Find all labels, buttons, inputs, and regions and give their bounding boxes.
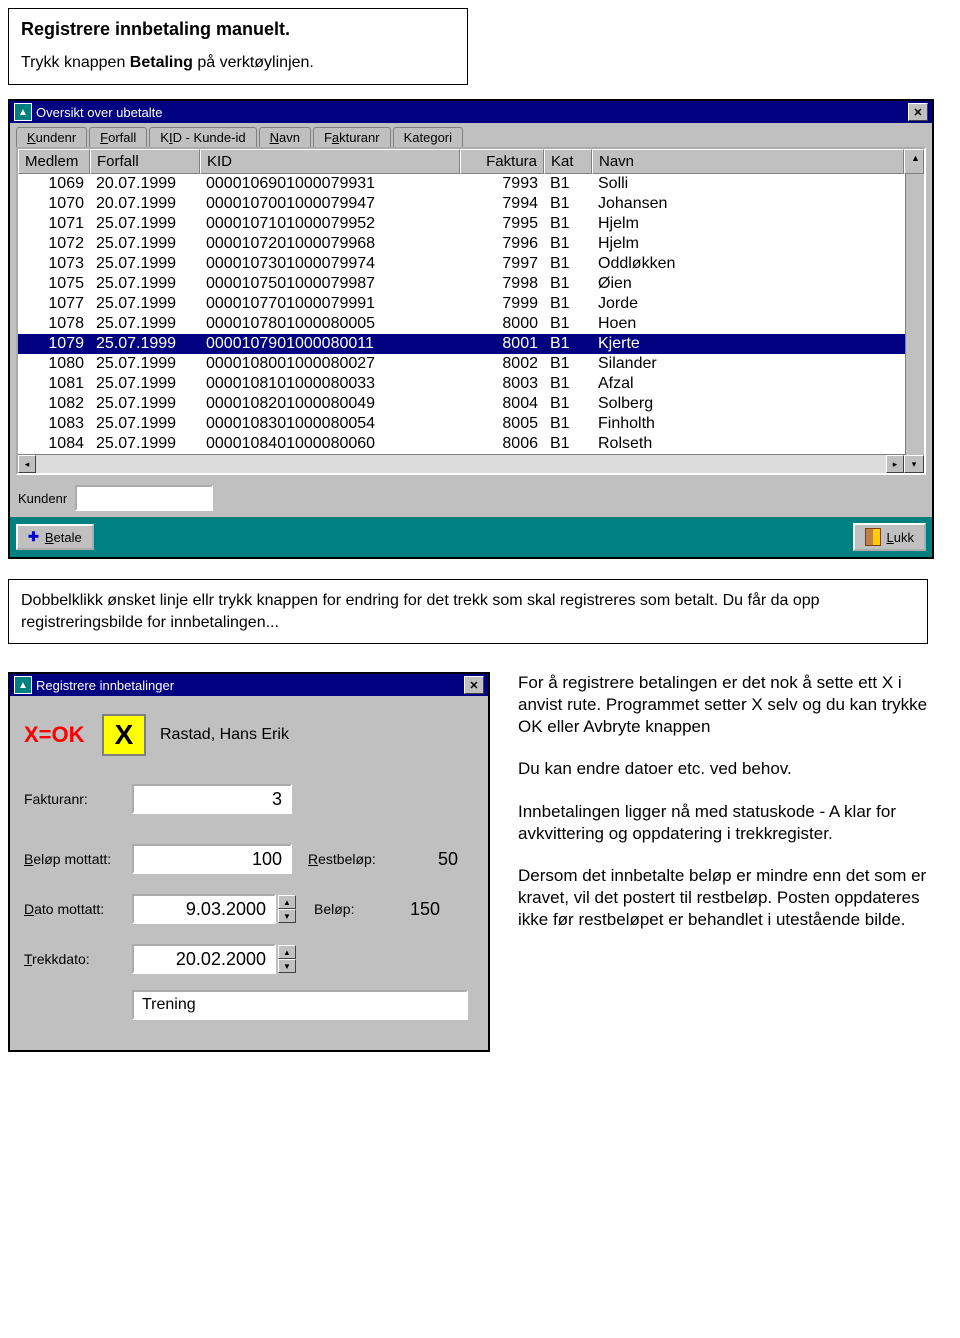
tab[interactable]: Forfall: [89, 127, 147, 147]
data-grid: Medlem Forfall KID Faktura Kat Navn ▲ 10…: [16, 147, 926, 475]
table-row[interactable]: 107725.07.199900001077010000799917999B1J…: [18, 294, 924, 314]
x-checkbox[interactable]: X: [102, 714, 146, 756]
horizontal-scrollbar[interactable]: ◂ ▸ ▾: [18, 454, 924, 473]
scroll-right-button[interactable]: ▸: [886, 455, 904, 473]
belop-label: Beløp:: [314, 901, 370, 917]
scroll-down-button[interactable]: ▾: [904, 455, 924, 473]
box1-line-bold: Betaling: [130, 54, 193, 71]
table-row[interactable]: 108425.07.199900001084010000800608006B1R…: [18, 434, 924, 454]
window2-title: Registrere innbetalinger: [36, 678, 174, 693]
instruction-box-1: Registrere innbetaling manuelt. Trykk kn…: [8, 8, 468, 85]
scroll-up-button[interactable]: ▲: [904, 149, 924, 174]
titlebar[interactable]: ▲ Oversikt over ubetalte ✕: [10, 101, 932, 123]
dropdown-value: Trening: [142, 996, 196, 1014]
belop-mottatt-input[interactable]: 100: [132, 844, 292, 874]
table-row[interactable]: 108225.07.199900001082010000800498004B1S…: [18, 394, 924, 414]
restbelop-value: 50: [398, 849, 458, 870]
trekkdato-input[interactable]: 20.02.2000: [132, 944, 276, 974]
dato-mottatt-input[interactable]: 9.03.2000: [132, 894, 276, 924]
lukk-button[interactable]: Lukk: [853, 523, 926, 551]
belop-mottatt-label: Beløp mottatt:: [24, 851, 132, 867]
plus-icon: ✚: [28, 529, 39, 545]
box1-title: Registrere innbetaling manuelt.: [21, 19, 455, 40]
scroll-left-button[interactable]: ◂: [18, 455, 36, 473]
x-ok-label: X=OK: [24, 722, 102, 748]
dato-mottatt-spinner[interactable]: ▲ ▼: [278, 895, 296, 923]
close-button[interactable]: ✕: [908, 103, 928, 121]
instruction-box-2: Dobbelklikk ønsket linje ellr trykk knap…: [8, 579, 928, 644]
tab[interactable]: Kategori: [393, 127, 463, 147]
fakturanr-input[interactable]: 3: [132, 784, 292, 814]
tab-bar: KundenrForfallKID - Kunde-idNavnFakturan…: [10, 123, 932, 147]
explanation-p3: Innbetalingen ligger nå med statuskode -…: [518, 801, 948, 845]
col-medlem[interactable]: Medlem: [18, 149, 90, 174]
trekkdato-spinner[interactable]: ▲ ▼: [278, 945, 296, 973]
window-footer: Kundenr: [10, 475, 932, 517]
lukk-label: Lukk: [887, 530, 914, 545]
explanation-p2: Du kan endre datoer etc. ved behov.: [518, 758, 948, 780]
table-row[interactable]: 108025.07.199900001080010000800278002B1S…: [18, 354, 924, 374]
box1-line-post: på verktøylinjen.: [193, 54, 314, 71]
table-row[interactable]: 107225.07.199900001072010000799687996B1H…: [18, 234, 924, 254]
table-row[interactable]: 107825.07.199900001078010000800058000B1H…: [18, 314, 924, 334]
fakturanr-label: Fakturanr:: [24, 791, 132, 807]
restbelop-label: Restbeløp:: [308, 851, 398, 867]
window-title: Oversikt over ubetalte: [36, 105, 162, 120]
tab[interactable]: Kundenr: [16, 127, 87, 147]
table-row[interactable]: 107020.07.199900001070010000799477994B1J…: [18, 194, 924, 214]
col-kid[interactable]: KID: [200, 149, 460, 174]
window-registrere-innbetalinger: ▲ Registrere innbetalinger ✕ X=OK X Rast…: [8, 672, 490, 1052]
col-navn[interactable]: Navn: [592, 149, 904, 174]
belop-value: 150: [370, 899, 440, 920]
grid-header: Medlem Forfall KID Faktura Kat Navn ▲: [18, 149, 924, 174]
door-icon: [865, 528, 881, 546]
spin-down-icon[interactable]: ▼: [278, 959, 296, 973]
spin-up-icon[interactable]: ▲: [278, 945, 296, 959]
system-menu-icon[interactable]: ▲: [14, 676, 32, 694]
table-row[interactable]: 107925.07.199900001079010000800118001B1K…: [18, 334, 924, 354]
person-name: Rastad, Hans Erik: [160, 726, 289, 744]
tab[interactable]: KID - Kunde-id: [149, 127, 256, 147]
trekkdato-label: Trekkdato:: [24, 951, 132, 967]
window-button-bar: ✚ Betale Lukk: [10, 517, 932, 557]
betale-button[interactable]: ✚ Betale: [16, 524, 94, 550]
tab[interactable]: Fakturanr: [313, 127, 391, 147]
col-faktura[interactable]: Faktura: [460, 149, 544, 174]
table-row[interactable]: 108325.07.199900001083010000800548005B1F…: [18, 414, 924, 434]
col-kat[interactable]: Kat: [544, 149, 592, 174]
table-row[interactable]: 107325.07.199900001073010000799747997B1O…: [18, 254, 924, 274]
explanation-p4: Dersom det innbetalte beløp er mindre en…: [518, 865, 948, 931]
explanation-text: For å registrere betalingen er det nok å…: [518, 672, 948, 951]
vertical-scrollbar[interactable]: [905, 174, 924, 455]
box1-line-pre: Trykk knappen: [21, 54, 130, 71]
table-row[interactable]: 107525.07.199900001075010000799877998B1Ø…: [18, 274, 924, 294]
col-forfall[interactable]: Forfall: [90, 149, 200, 174]
dato-mottatt-label: Dato mottatt:: [24, 901, 132, 917]
window-oversikt-ubetalte: ▲ Oversikt over ubetalte ✕ KundenrForfal…: [8, 99, 934, 559]
category-dropdown[interactable]: Trening: [132, 990, 468, 1020]
table-row[interactable]: 106920.07.199900001069010000799317993B1S…: [18, 174, 924, 194]
box1-line: Trykk knappen Betaling på verktøylinjen.: [21, 54, 455, 72]
tab[interactable]: Navn: [259, 127, 311, 147]
betale-label: Betale: [45, 530, 82, 545]
table-row[interactable]: 108125.07.199900001081010000800338003B1A…: [18, 374, 924, 394]
titlebar-2[interactable]: ▲ Registrere innbetalinger ✕: [10, 674, 488, 696]
spin-down-icon[interactable]: ▼: [278, 909, 296, 923]
explanation-p1: For å registrere betalingen er det nok å…: [518, 672, 948, 738]
system-menu-icon[interactable]: ▲: [14, 103, 32, 121]
kundenr-input[interactable]: [75, 485, 213, 511]
spin-up-icon[interactable]: ▲: [278, 895, 296, 909]
kundenr-label: Kundenr: [18, 491, 67, 506]
close-button[interactable]: ✕: [464, 676, 484, 694]
table-row[interactable]: 107125.07.199900001071010000799527995B1H…: [18, 214, 924, 234]
